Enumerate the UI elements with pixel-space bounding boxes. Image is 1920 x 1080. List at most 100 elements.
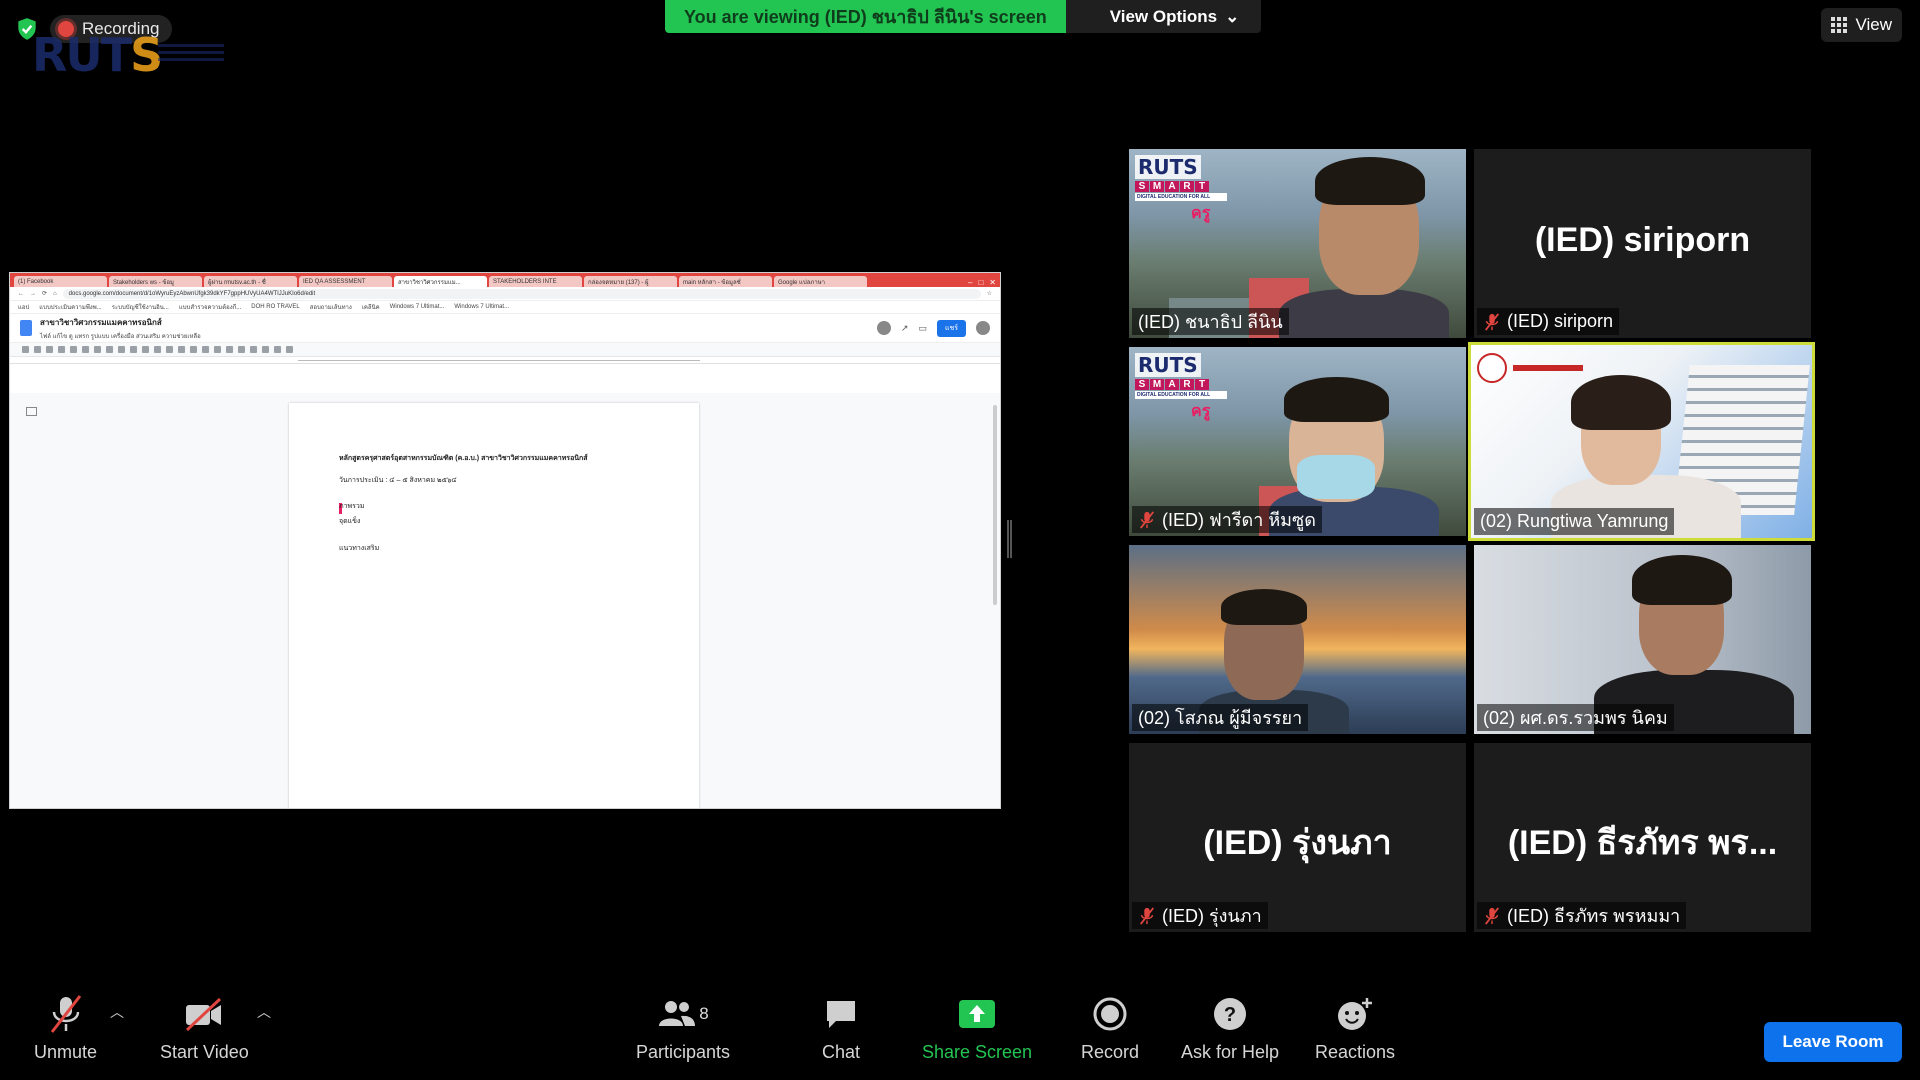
paint-format-icon[interactable] (70, 346, 77, 353)
browser-tab[interactable]: Stakeholders ws - ข้อมู (109, 276, 202, 287)
bookmark-item[interactable]: Windows 7 Ultimat... (390, 304, 445, 310)
star-icon[interactable]: ☆ (987, 290, 992, 297)
chevron-down-icon: ⌄ (1225, 6, 1240, 26)
bullet-list-icon[interactable] (262, 346, 269, 353)
doc-line: จุดแข็ง (339, 518, 361, 525)
outline-icon[interactable] (26, 407, 37, 416)
start-video-label: Start Video (160, 1042, 249, 1062)
chat-button[interactable]: Chat (822, 994, 860, 1063)
participant-name-tag: (02) Rungtiwa Yamrung (1474, 508, 1675, 535)
browser-tab[interactable]: กล่องจดหมาย (137) - ผู้ (584, 276, 677, 287)
line-spacing-icon[interactable] (238, 346, 245, 353)
browser-tab[interactable]: (1) Facebook (14, 276, 107, 287)
participant-hair (1571, 375, 1671, 430)
reactions-button[interactable]: Reactions (1315, 994, 1395, 1063)
underline-icon[interactable] (154, 346, 161, 353)
leave-room-button[interactable]: Leave Room (1764, 1022, 1902, 1062)
bookmark-item[interactable]: Windows 7 Ultimat... (454, 304, 509, 310)
account-avatar[interactable] (976, 321, 990, 335)
video-tile[interactable]: (IED) รุ่งนภา (IED) รุ่งนภา (1129, 743, 1466, 932)
reload-icon[interactable]: ⟳ (42, 290, 47, 297)
video-tile[interactable]: (IED) siriporn (IED) siriporn (1474, 149, 1811, 338)
browser-tab[interactable]: main หลักสา - ข้อมูลชั่ (679, 276, 772, 287)
home-icon[interactable]: ⌂ (53, 291, 57, 297)
checklist-icon[interactable] (250, 346, 257, 353)
video-tile[interactable]: (02) โสภณ ผู้มีจรรยา (1129, 545, 1466, 734)
video-tile[interactable]: RUTS SMART DIGITAL EDUCATION FOR ALL ครู… (1129, 149, 1466, 338)
bookmark-item[interactable]: สอบถามเส้นทาง (310, 302, 352, 312)
participants-button[interactable]: 8 Participants (636, 994, 730, 1063)
reactions-label: Reactions (1315, 1042, 1396, 1062)
participant-name: (IED) ธีรภัทร พรหมมา (1507, 906, 1681, 926)
bold-icon[interactable] (130, 346, 137, 353)
comment-icon[interactable]: ▭ (918, 323, 927, 334)
face-mask (1297, 455, 1375, 499)
style-icon[interactable] (94, 346, 101, 353)
video-tile[interactable]: (02) ผศ.ดร.รวมพร นิคม (1474, 545, 1811, 734)
trend-icon[interactable]: ↗ (901, 323, 909, 334)
browser-tab[interactable]: IED QA ASSESSMENT (299, 276, 392, 287)
clear-format-icon[interactable] (286, 346, 293, 353)
audio-options-caret-icon[interactable]: ︿ (110, 1002, 124, 1022)
bookmarks-bar: แอป แบบประเมินความพึงพ... ระบบบัญชีใช้งา… (10, 301, 1000, 314)
ask-for-help-button[interactable]: ? Ask for Help (1181, 994, 1279, 1063)
justify-icon[interactable] (226, 346, 233, 353)
collaborator-avatar[interactable] (876, 321, 891, 335)
shared-screen[interactable]: (1) Facebook Stakeholders ws - ข้อมู ผู้… (9, 272, 1001, 809)
video-options-caret-icon[interactable]: ︿ (257, 1002, 271, 1022)
video-tile-active-speaker[interactable]: (02) Rungtiwa Yamrung (1468, 342, 1815, 541)
back-icon[interactable]: ← (18, 291, 24, 297)
doc-scrollbar[interactable] (993, 405, 997, 605)
doc-title[interactable]: สาขาวิชาวิศวกรรมแมคคาทรอนิกส์ (40, 316, 201, 329)
bookmark-item[interactable]: DOH RO TRAVEL (251, 304, 299, 310)
doc-page[interactable]: หลักสูตรครุศาสตร์อุตสาหกรรมบัณฑิต (ค.อ.บ… (289, 403, 699, 808)
align-right-icon[interactable] (214, 346, 221, 353)
zoom-icon[interactable] (82, 346, 89, 353)
browser-tab[interactable]: STAKEHOLDERS INTE (489, 276, 582, 287)
print-icon[interactable] (46, 346, 53, 353)
view-layout-button[interactable]: View (1821, 8, 1902, 42)
doc-ruler[interactable] (10, 357, 1000, 364)
video-tile[interactable]: RUTS SMART DIGITAL EDUCATION FOR ALL ครู… (1129, 347, 1466, 536)
mic-muted-icon (50, 995, 81, 1033)
numbered-list-icon[interactable] (274, 346, 281, 353)
record-button[interactable]: Record (1081, 994, 1139, 1063)
bookmark-item[interactable]: แอป (18, 302, 29, 312)
italic-icon[interactable] (142, 346, 149, 353)
browser-tab-active[interactable]: สาขาวิชาวิศวกรรมแม... (394, 276, 487, 287)
participant-name-tag: (IED) ธีรภัทร พรหมมา (1477, 902, 1687, 929)
url-input[interactable]: docs.google.com/document/d/1oWyruEyzAbwn… (62, 288, 981, 299)
redo-icon[interactable] (34, 346, 41, 353)
docs-logo-icon[interactable] (20, 320, 32, 336)
unmute-button[interactable]: Unmute (34, 994, 97, 1063)
start-video-button[interactable]: Start Video (160, 994, 249, 1063)
align-center-icon[interactable] (202, 346, 209, 353)
window-controls[interactable]: – □ ✕ (968, 278, 1000, 287)
bookmark-item[interactable]: แบบประเมินความพึงพ... (39, 302, 101, 312)
record-label: Record (1081, 1042, 1140, 1062)
font-icon[interactable] (106, 346, 113, 353)
align-left-icon[interactable] (190, 346, 197, 353)
mic-muted-icon (1139, 510, 1155, 529)
docs-menu[interactable]: ไฟล์ แก้ไข ดู แทรก รูปแบบ เครื่องมือ ส่ว… (40, 331, 201, 341)
video-tile[interactable]: (IED) ธีรภัทร พร... (IED) ธีรภัทร พรหมมา (1474, 743, 1811, 932)
spellcheck-icon[interactable] (58, 346, 65, 353)
link-icon[interactable] (178, 346, 185, 353)
docs-toolbar (10, 342, 1000, 357)
undo-icon[interactable] (22, 346, 29, 353)
font-size-icon[interactable] (118, 346, 125, 353)
share-screen-button[interactable]: Share Screen (922, 994, 1032, 1063)
participant-display-name: (IED) ธีรภัทร พร... (1507, 824, 1778, 862)
doc-share-button[interactable]: แชร์ (936, 319, 966, 337)
resize-handle[interactable] (1007, 520, 1012, 558)
forward-icon[interactable]: → (30, 291, 36, 297)
browser-tab[interactable]: Google แปลภาษา (774, 276, 867, 287)
view-options-button[interactable]: View Options ⌄ (1065, 0, 1262, 33)
faculty-logo (1477, 353, 1583, 383)
text-color-icon[interactable] (166, 346, 173, 353)
bookmark-item[interactable]: ระบบบัญชีใช้งานอิน... (112, 302, 169, 312)
bookmark-item[interactable]: แบบสำรวจความต้องกี... (179, 302, 241, 312)
browser-tab[interactable]: ผู้ผ่าน rmutsv.ac.th - ชื่ (204, 276, 297, 287)
bookmark-item[interactable]: เคลีนิค (362, 302, 380, 312)
share-screen-icon (959, 1000, 996, 1028)
